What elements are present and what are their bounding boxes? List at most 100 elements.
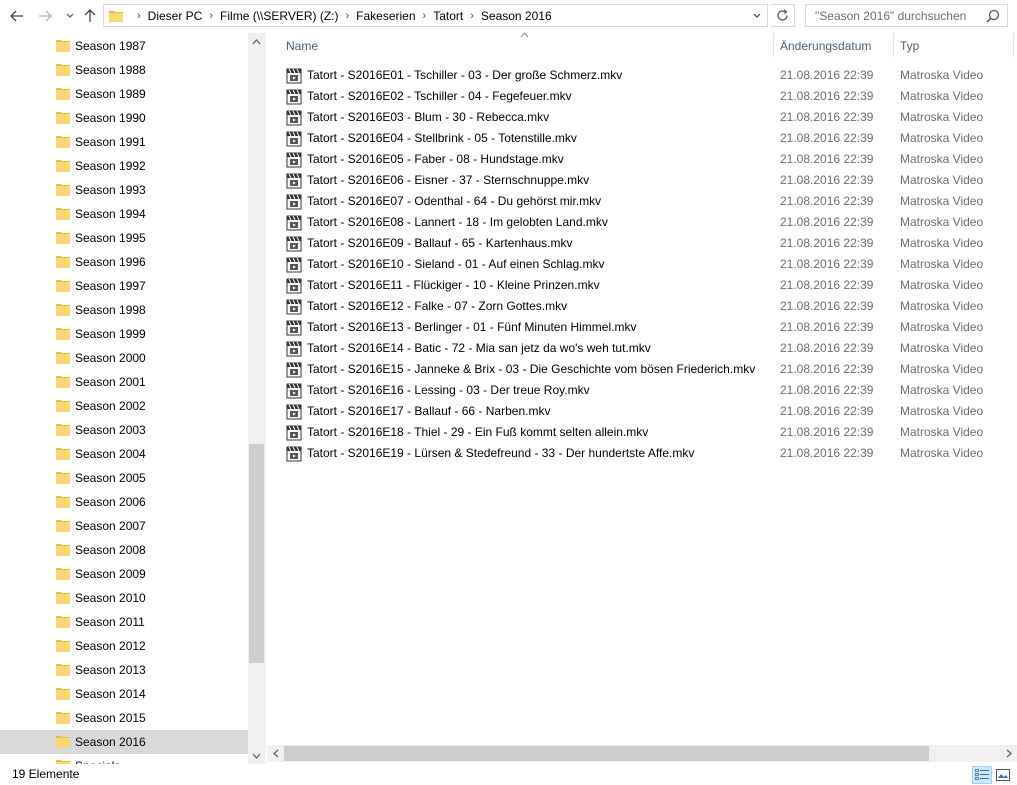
column-header-date[interactable]: Änderungsdatum	[780, 33, 893, 59]
nav-tree-item[interactable]: Season 1992	[0, 154, 248, 178]
nav-tree-item[interactable]: Specials	[0, 754, 248, 764]
file-row[interactable]: Tatort - S2016E15 - Janneke & Brix - 03 …	[284, 359, 997, 380]
nav-tree-item[interactable]: Season 2005	[0, 466, 248, 490]
nav-tree-item-label: Season 2005	[75, 471, 146, 485]
video-file-icon	[286, 110, 302, 126]
search-input[interactable]	[806, 5, 976, 26]
nav-tree-item[interactable]: Season 2010	[0, 586, 248, 610]
breadcrumb-item[interactable]: Filme (\\SERVER) (Z:)	[220, 5, 338, 26]
folder-icon	[56, 184, 70, 196]
chevron-right-icon[interactable]: ›	[338, 10, 356, 22]
nav-tree-item-label: Season 2006	[75, 495, 146, 509]
file-row[interactable]: Tatort - S2016E18 - Thiel - 29 - Ein Fuß…	[284, 422, 997, 443]
details-view-button[interactable]	[972, 766, 992, 784]
up-button[interactable]	[80, 7, 100, 25]
column-divider[interactable]	[1013, 33, 1014, 57]
nav-tree-item[interactable]: Season 1990	[0, 106, 248, 130]
nav-tree-item-label: Season 2015	[75, 711, 146, 725]
file-type: Matroska Video	[900, 299, 984, 313]
nav-tree-item[interactable]: Season 1999	[0, 322, 248, 346]
file-row[interactable]: Tatort - S2016E13 - Berlinger - 01 - Fün…	[284, 317, 997, 338]
nav-tree-item[interactable]: Season 2006	[0, 490, 248, 514]
scroll-right-button[interactable]	[1000, 745, 1017, 762]
file-row[interactable]: Tatort - S2016E02 - Tschiller - 04 - Feg…	[284, 86, 997, 107]
nav-tree-item[interactable]: Season 1991	[0, 130, 248, 154]
scroll-left-button[interactable]	[267, 745, 284, 762]
file-row[interactable]: Tatort - S2016E05 - Faber - 08 - Hundsta…	[284, 149, 997, 170]
nav-tree-item[interactable]: Season 1994	[0, 202, 248, 226]
nav-tree-item[interactable]: Season 2004	[0, 442, 248, 466]
nav-tree-item-label: Season 2002	[75, 399, 146, 413]
scroll-up-button[interactable]	[248, 33, 265, 50]
nav-tree-item[interactable]: Season 2001	[0, 370, 248, 394]
breadcrumb-item[interactable]: Fakeserien	[356, 5, 415, 26]
nav-tree-item[interactable]: Season 2002	[0, 394, 248, 418]
scroll-thumb[interactable]	[284, 746, 929, 761]
nav-tree-item-label: Season 1990	[75, 111, 146, 125]
nav-tree-item[interactable]: Season 2016	[0, 730, 248, 754]
folder-icon	[56, 400, 70, 412]
nav-tree-item[interactable]: Season 1993	[0, 178, 248, 202]
file-row[interactable]: Tatort - S2016E06 - Eisner - 37 - Sterns…	[284, 170, 997, 191]
file-row[interactable]: Tatort - S2016E12 - Falke - 07 - Zorn Go…	[284, 296, 997, 317]
folder-icon	[56, 64, 70, 76]
refresh-button[interactable]	[771, 4, 795, 27]
file-row[interactable]: Tatort - S2016E08 - Lannert - 18 - Im ge…	[284, 212, 997, 233]
folder-icon	[56, 280, 70, 292]
nav-tree-item[interactable]: Season 1988	[0, 58, 248, 82]
breadcrumb-item[interactable]: Tatort	[433, 5, 463, 26]
nav-tree-item[interactable]: Season 2011	[0, 610, 248, 634]
back-button[interactable]	[7, 7, 27, 25]
recent-locations-button[interactable]	[60, 7, 80, 25]
file-row[interactable]: Tatort - S2016E17 - Ballauf - 66 - Narbe…	[284, 401, 997, 422]
nav-tree-item[interactable]: Season 2007	[0, 514, 248, 538]
chevron-right-icon[interactable]: ›	[463, 10, 481, 22]
scroll-down-button[interactable]	[248, 747, 265, 764]
folder-icon	[56, 136, 70, 148]
search-icon[interactable]	[986, 9, 1000, 23]
column-header-type[interactable]: Typ	[900, 33, 1010, 59]
nav-tree-item[interactable]: Season 2003	[0, 418, 248, 442]
chevron-right-icon[interactable]: ›	[416, 10, 434, 22]
file-row[interactable]: Tatort - S2016E14 - Batic - 72 - Mia san…	[284, 338, 997, 359]
breadcrumb-item[interactable]: Season 2016	[481, 5, 552, 26]
column-header-name[interactable]: Name	[286, 33, 772, 59]
horizontal-scrollbar[interactable]	[267, 745, 1017, 762]
scroll-thumb[interactable]	[249, 444, 264, 663]
file-row[interactable]: Tatort - S2016E19 - Lürsen & Stedefreund…	[284, 443, 997, 464]
address-bar[interactable]: › Dieser PC › Filme (\\SERVER) (Z:) › Fa…	[103, 4, 768, 27]
address-dropdown-button[interactable]	[749, 5, 765, 26]
nav-tree-item[interactable]: Season 2012	[0, 634, 248, 658]
file-row[interactable]: Tatort - S2016E16 - Lessing - 03 - Der t…	[284, 380, 997, 401]
video-file-icon	[286, 68, 302, 84]
file-row[interactable]: Tatort - S2016E01 - Tschiller - 03 - Der…	[284, 65, 997, 86]
breadcrumb-item[interactable]: Dieser PC	[148, 5, 203, 26]
nav-tree-item[interactable]: Season 2008	[0, 538, 248, 562]
nav-tree-item[interactable]: Season 1998	[0, 298, 248, 322]
nav-tree-item[interactable]: Season 2000	[0, 346, 248, 370]
file-row[interactable]: Tatort - S2016E07 - Odenthal - 64 - Du g…	[284, 191, 997, 212]
nav-tree-item[interactable]: Season 2013	[0, 658, 248, 682]
nav-tree-item[interactable]: Season 1989	[0, 82, 248, 106]
file-row[interactable]: Tatort - S2016E10 - Sieland - 01 - Auf e…	[284, 254, 997, 275]
column-divider[interactable]	[773, 33, 774, 57]
nav-tree-item[interactable]: Season 1996	[0, 250, 248, 274]
file-modified-date: 21.08.2016 22:39	[780, 362, 874, 376]
nav-tree-item[interactable]: Season 2014	[0, 682, 248, 706]
file-row[interactable]: Tatort - S2016E09 - Ballauf - 65 - Karte…	[284, 233, 997, 254]
nav-tree-item[interactable]: Season 2015	[0, 706, 248, 730]
file-row[interactable]: Tatort - S2016E11 - Flückiger - 10 - Kle…	[284, 275, 997, 296]
nav-tree-item[interactable]: Season 2009	[0, 562, 248, 586]
forward-button[interactable]	[35, 7, 55, 25]
folder-icon	[56, 688, 70, 700]
file-row[interactable]: Tatort - S2016E03 - Blum - 30 - Rebecca.…	[284, 107, 997, 128]
chevron-right-icon[interactable]: ›	[202, 10, 220, 22]
nav-tree-item[interactable]: Season 1997	[0, 274, 248, 298]
search-box[interactable]	[805, 4, 1008, 27]
file-row[interactable]: Tatort - S2016E04 - Stellbrink - 05 - To…	[284, 128, 997, 149]
large-icons-view-button[interactable]	[993, 766, 1013, 784]
column-divider[interactable]	[893, 33, 894, 57]
nav-tree-item[interactable]: Season 1995	[0, 226, 248, 250]
nav-tree-item[interactable]: Season 1987	[0, 34, 248, 58]
nav-vertical-scrollbar[interactable]	[248, 33, 265, 764]
